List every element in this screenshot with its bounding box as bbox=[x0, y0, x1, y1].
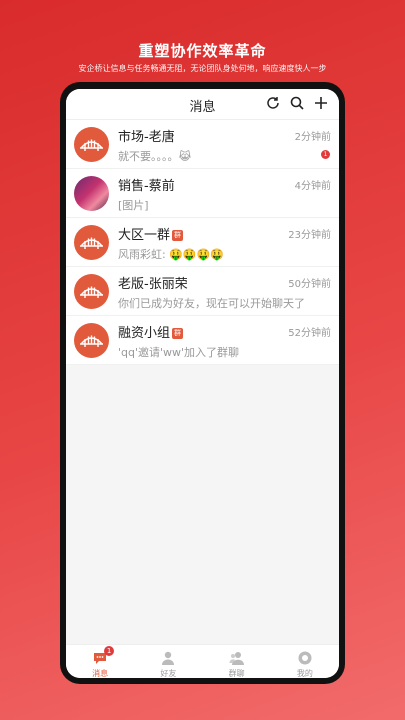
add-icon[interactable] bbox=[313, 95, 329, 111]
profile-icon bbox=[297, 650, 313, 666]
conversation-row[interactable]: 销售-蔡前 4分钟前 [图片] bbox=[66, 169, 339, 218]
conversation-preview: [图片] bbox=[118, 199, 149, 212]
conversation-name: 大区一群群 bbox=[118, 224, 184, 243]
conversation-time: 2分钟前 bbox=[294, 132, 331, 143]
tab-groups[interactable]: 群聊 bbox=[203, 645, 271, 678]
avatar bbox=[74, 176, 109, 211]
group-tag: 群 bbox=[172, 230, 184, 241]
tab-messages[interactable]: 1 消息 bbox=[66, 645, 134, 678]
bridge-logo-icon bbox=[74, 127, 109, 162]
conversation-preview: 就不要。。。。😹 bbox=[118, 150, 192, 163]
phone-frame: 消息 市场-老唐 2分钟前 就不要。。。。😹 1 销售-蔡前 4分钟前 [图片]… bbox=[60, 82, 345, 684]
conversation-time: 23分钟前 bbox=[288, 230, 331, 241]
conversation-time: 52分钟前 bbox=[288, 328, 331, 339]
bridge-logo-icon bbox=[74, 274, 109, 309]
tab-friends[interactable]: 好友 bbox=[134, 645, 202, 678]
conversation-preview: 你们已成为好友，现在可以开始聊天了 bbox=[118, 297, 305, 310]
conversation-time: 4分钟前 bbox=[294, 181, 331, 192]
group-icon bbox=[229, 650, 245, 666]
bridge-logo-icon bbox=[74, 323, 109, 358]
search-icon[interactable] bbox=[289, 95, 305, 111]
conversation-name: 市场-老唐 bbox=[118, 130, 175, 145]
conversation-preview: 风雨彩虹: 🤑🤑🤑🤑 bbox=[118, 248, 224, 261]
promo-subtitle: 安企桥让信息与任务畅通无阻，无论团队身处何地，响应速度快人一步 bbox=[78, 64, 327, 73]
conversation-row[interactable]: 市场-老唐 2分钟前 就不要。。。。😹 1 bbox=[66, 120, 339, 169]
header-actions bbox=[265, 95, 329, 111]
bridge-logo-icon bbox=[74, 225, 109, 260]
promo-title: 重塑协作效率革命 bbox=[138, 42, 267, 60]
unread-badge: 1 bbox=[321, 150, 330, 159]
conversation-name: 销售-蔡前 bbox=[118, 179, 175, 194]
app-screen: 消息 市场-老唐 2分钟前 就不要。。。。😹 1 销售-蔡前 4分钟前 [图片]… bbox=[66, 89, 339, 678]
tab-profile[interactable]: 我的 bbox=[271, 645, 339, 678]
conversation-name-text: 大区一群 bbox=[118, 228, 171, 243]
conversation-time: 50分钟前 bbox=[288, 279, 331, 290]
conversation-row[interactable]: 融资小组群 52分钟前 'qq'邀请'ww'加入了群聊 bbox=[66, 316, 339, 365]
tab-label: 我的 bbox=[296, 669, 313, 678]
tab-badge: 1 bbox=[104, 646, 115, 656]
conversation-preview: 'qq'邀请'ww'加入了群聊 bbox=[118, 346, 240, 359]
conversation-name-text: 融资小组 bbox=[118, 326, 171, 341]
conversation-list: 市场-老唐 2分钟前 就不要。。。。😹 1 销售-蔡前 4分钟前 [图片] 大区… bbox=[66, 120, 339, 365]
tab-label: 群聊 bbox=[228, 669, 245, 678]
tab-label: 好友 bbox=[160, 669, 177, 678]
person-icon bbox=[160, 650, 176, 666]
conversation-row[interactable]: 大区一群群 23分钟前 风雨彩虹: 🤑🤑🤑🤑 bbox=[66, 218, 339, 267]
tab-label: 消息 bbox=[92, 669, 109, 678]
conversation-row[interactable]: 老版-张丽荣 50分钟前 你们已成为好友，现在可以开始聊天了 bbox=[66, 267, 339, 316]
conversation-name: 老版-张丽荣 bbox=[118, 277, 188, 292]
top-header: 消息 bbox=[66, 89, 339, 120]
conversation-name: 融资小组群 bbox=[118, 322, 184, 341]
group-tag: 群 bbox=[172, 328, 184, 339]
refresh-icon[interactable] bbox=[265, 95, 281, 111]
bottom-tab-bar: 1 消息 好友 群聊 我的 bbox=[66, 644, 339, 678]
